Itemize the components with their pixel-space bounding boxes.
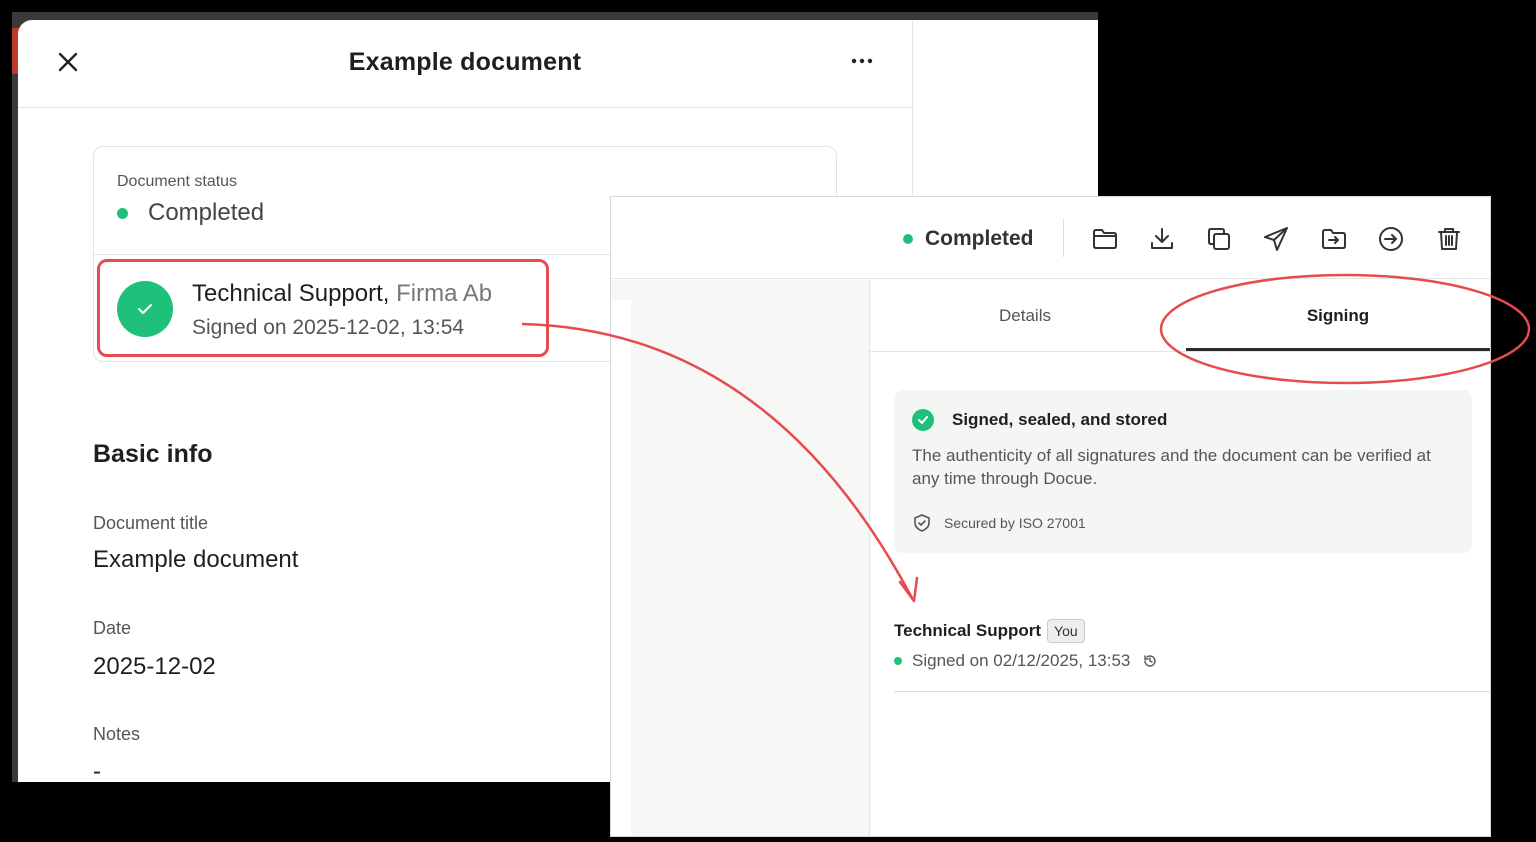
shield-check-icon [914,514,930,532]
you-badge: You [1047,619,1085,643]
document-view-panel: Completed Details Signing Signed, sealed… [610,196,1491,837]
toolbar-status-text: Completed [925,227,1034,250]
folder-icon [1093,229,1117,249]
tab-bar: Details Signing [870,280,1490,352]
info-card-footer: Secured by ISO 27001 [912,513,1086,533]
copy-icon [1208,228,1230,250]
sign-in-icon [1379,227,1403,251]
field-label-notes: Notes [93,724,141,744]
status-dot [903,234,913,244]
copy-button[interactable] [1203,223,1235,255]
signer-signed-date: Signed on 2025-12-02, 13:54 [192,316,465,339]
send-icon [1264,227,1288,251]
status-label: Document status [117,173,238,190]
send-button[interactable] [1260,223,1292,255]
field-value-notes: - [93,758,101,782]
move-to-folder-button[interactable] [1318,223,1350,255]
signer-signed-date-text: Signed on 02/12/2025, 13:53 [912,651,1131,670]
signer-signed-date: Signed on 02/12/2025, 13:53 [894,651,1158,671]
section-heading: Basic info [93,440,213,468]
more-options-button[interactable] [848,46,876,76]
delete-button[interactable] [1433,223,1465,255]
signed-dot [894,657,902,665]
status-value: Completed [117,199,264,227]
download-button[interactable] [1146,223,1178,255]
info-card-footer-text: Secured by ISO 27001 [944,515,1086,531]
info-card-title-text: Signed, sealed, and stored [952,410,1168,429]
tab-details[interactable]: Details [870,280,1180,352]
status-dot [117,207,128,219]
signed-check-icon [117,281,173,337]
info-card-description: The authenticity of all signatures and t… [912,446,1431,488]
signer-entry: Technical Support You Signed on 02/12/20… [894,619,1158,671]
toolbar-divider [1063,219,1064,257]
signer-company: Firma Ab [396,280,493,307]
document-preview[interactable] [611,280,869,836]
status-text: Completed [148,199,265,226]
field-value-date: 2025-12-02 [93,653,216,680]
signer-name-text: Technical Support [894,621,1042,640]
signer-name: Technical Support, Firma Ab [192,280,492,308]
check-circle-icon [912,409,934,431]
history-icon[interactable] [1142,653,1158,669]
signer-name-text: Technical Support, [192,280,390,307]
field-label-date: Date [93,618,132,638]
page-title: Example document [348,48,582,76]
folder-button[interactable] [1089,223,1121,255]
signer-name: Technical Support You [894,619,1158,643]
toolbar: Completed [611,197,1490,279]
field-label-title: Document title [93,513,209,533]
signer-row[interactable]: Technical Support, Firma Ab Signed on 20… [97,259,549,357]
divider [894,691,1490,692]
signature-info-card: Signed, sealed, and stored The authentic… [894,390,1472,553]
trash-icon [1438,228,1460,250]
sign-in-button[interactable] [1375,223,1407,255]
active-tab-indicator [1186,348,1490,351]
download-icon [1151,228,1173,249]
panel-header: Example document [18,20,912,108]
info-card-title: Signed, sealed, and stored [912,409,1167,431]
panel-divider [869,280,870,836]
field-value-title: Example document [93,546,299,573]
move-to-folder-icon [1322,229,1346,249]
preview-page-edge [611,300,631,836]
more-icon [851,58,873,64]
tab-signing[interactable]: Signing [1184,280,1490,352]
toolbar-status: Completed [903,227,1034,251]
